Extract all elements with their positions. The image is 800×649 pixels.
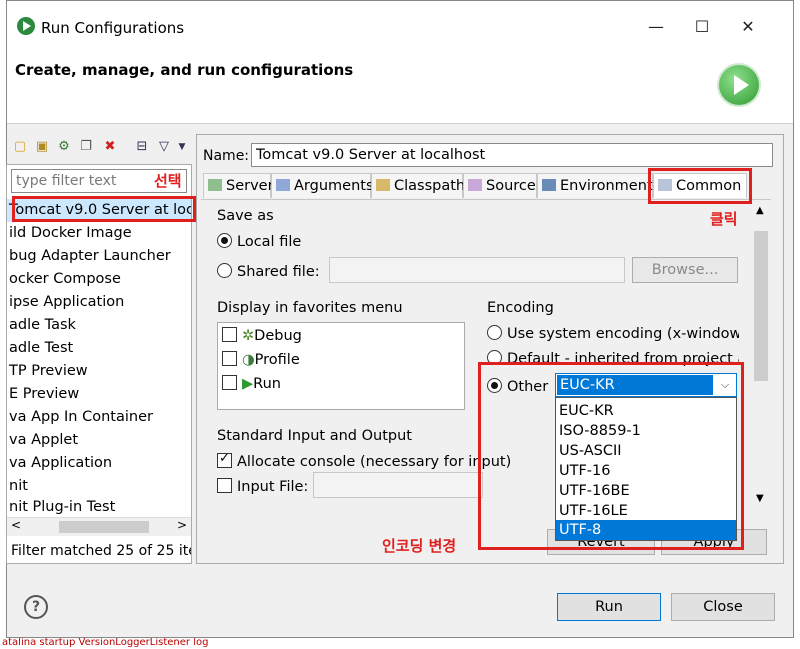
radio-off-icon (487, 325, 502, 340)
annotation-encoding-change: 인코딩 변경 (382, 537, 457, 555)
annotation-click: 클릭 (710, 210, 738, 228)
tree-item[interactable]: va Application (7, 452, 191, 475)
window-title: Run Configurations (41, 19, 185, 37)
export-icon[interactable]: ⚙ (56, 139, 72, 155)
minimize-button[interactable]: — (633, 11, 679, 43)
source-icon (468, 179, 482, 191)
favorite-profile[interactable]: ◑Profile (222, 351, 300, 368)
vertical-scrollbar[interactable]: ▲ ▼ (753, 203, 769, 509)
checkbox-icon (222, 351, 237, 366)
annotation-box-select (12, 196, 196, 222)
scroll-up-icon[interactable]: ▲ (756, 205, 764, 216)
run-icon: ▶ (242, 376, 254, 392)
radio-on-icon (217, 233, 232, 248)
scroll-down-icon[interactable]: ▼ (756, 493, 764, 504)
close-window-button[interactable]: ✕ (725, 11, 771, 43)
checkbox-checked-icon (217, 451, 232, 468)
maximize-button[interactable]: ☐ (679, 11, 725, 43)
favorites-label: Display in favorites menu (217, 300, 403, 316)
tree-item[interactable]: E Preview (7, 383, 191, 406)
classpath-icon (376, 179, 390, 191)
filter-status: Filter matched 25 of 25 items (11, 543, 191, 559)
tree-item[interactable]: TP Preview (7, 360, 191, 383)
tree-item[interactable]: va App In Container (7, 406, 191, 429)
tree-item[interactable]: adle Task (7, 314, 191, 337)
tree-item[interactable]: nit Plug-in Test (7, 498, 191, 517)
system-encoding-radio[interactable]: Use system encoding (x-windows- (487, 325, 739, 342)
filter-icon[interactable]: ▽ (156, 139, 172, 155)
debug-icon: ✲ (242, 328, 255, 344)
checkbox-icon (217, 478, 232, 493)
allocate-console-checkbox[interactable]: Allocate console (necessary for input) (217, 451, 511, 470)
stdio-label: Standard Input and Output (217, 428, 412, 444)
favorite-run[interactable]: ▶Run (222, 375, 281, 392)
tab-server[interactable]: Server (203, 173, 274, 198)
scroll-left-icon[interactable]: < (11, 518, 21, 532)
tree-item[interactable]: ild Docker Image (7, 222, 191, 245)
new-prototype-icon[interactable]: ▣ (34, 139, 50, 155)
close-button[interactable]: Close (671, 593, 775, 621)
tab-source[interactable]: Source (463, 173, 537, 198)
dialog-header: Create, manage, and run configurations (7, 57, 793, 124)
checkbox-icon (222, 327, 237, 342)
help-icon[interactable]: ? (24, 595, 48, 619)
configuration-tree-panel: type filter text Tomcat v9.0 Server at l… (6, 164, 192, 564)
tree-item[interactable]: ipse Application (7, 291, 191, 314)
collapse-all-icon[interactable]: ⊟ (134, 139, 150, 155)
server-icon (208, 179, 222, 191)
tree-item[interactable]: bug Adapter Launcher (7, 245, 191, 268)
favorites-list: ✲Debug ◑Profile ▶Run (217, 322, 465, 410)
save-as-label: Save as (217, 208, 274, 224)
eclipse-run-icon (17, 17, 35, 35)
encoding-label: Encoding (487, 300, 554, 316)
annotation-box-click (648, 168, 752, 204)
local-file-radio[interactable]: Local file (217, 233, 301, 250)
browse-button[interactable]: Browse... (632, 257, 738, 283)
tree-item[interactable]: ocker Compose (7, 268, 191, 291)
name-label: Name: (203, 148, 250, 164)
run-button[interactable]: Run (557, 593, 661, 621)
left-toolbar: ▢ ▣ ⚙ ❐ ✖ ⊟ ▽ ▼ (8, 136, 188, 160)
annotation-select: 선택 (154, 172, 182, 190)
radio-off-icon (217, 263, 232, 278)
profile-icon: ◑ (242, 352, 255, 368)
tab-environment[interactable]: Environment (537, 173, 653, 198)
scroll-right-icon[interactable]: > (177, 518, 187, 532)
shared-file-input[interactable] (329, 257, 625, 283)
dropdown-icon[interactable]: ▼ (174, 139, 190, 155)
input-file-checkbox[interactable]: Input File: (217, 478, 308, 495)
checkbox-icon (222, 375, 237, 390)
tree-item[interactable]: nit (7, 475, 191, 498)
arguments-icon (276, 179, 290, 191)
horizontal-scrollbar[interactable]: < > (7, 517, 191, 536)
environment-icon (542, 179, 556, 191)
annotation-box-encoding (478, 362, 744, 550)
name-input[interactable]: Tomcat v9.0 Server at localhost (251, 143, 773, 167)
scroll-thumb[interactable] (754, 231, 768, 381)
tree-item[interactable]: adle Test (7, 337, 191, 360)
run-large-icon (719, 65, 759, 105)
input-file-field[interactable] (313, 472, 483, 498)
scroll-thumb[interactable] (59, 521, 149, 533)
dialog-header-title: Create, manage, and run configurations (15, 61, 354, 79)
delete-icon[interactable]: ✖ (102, 139, 118, 155)
favorite-debug[interactable]: ✲Debug (222, 327, 302, 344)
shared-file-radio[interactable]: Shared file: (217, 263, 320, 280)
tree-item[interactable]: va Applet (7, 429, 191, 452)
tab-classpath[interactable]: Classpath (371, 173, 465, 198)
tab-arguments[interactable]: Arguments (271, 173, 374, 198)
duplicate-icon[interactable]: ❐ (78, 139, 94, 155)
new-config-icon[interactable]: ▢ (12, 139, 28, 155)
title-bar: Run Configurations — ☐ ✕ (7, 1, 793, 57)
